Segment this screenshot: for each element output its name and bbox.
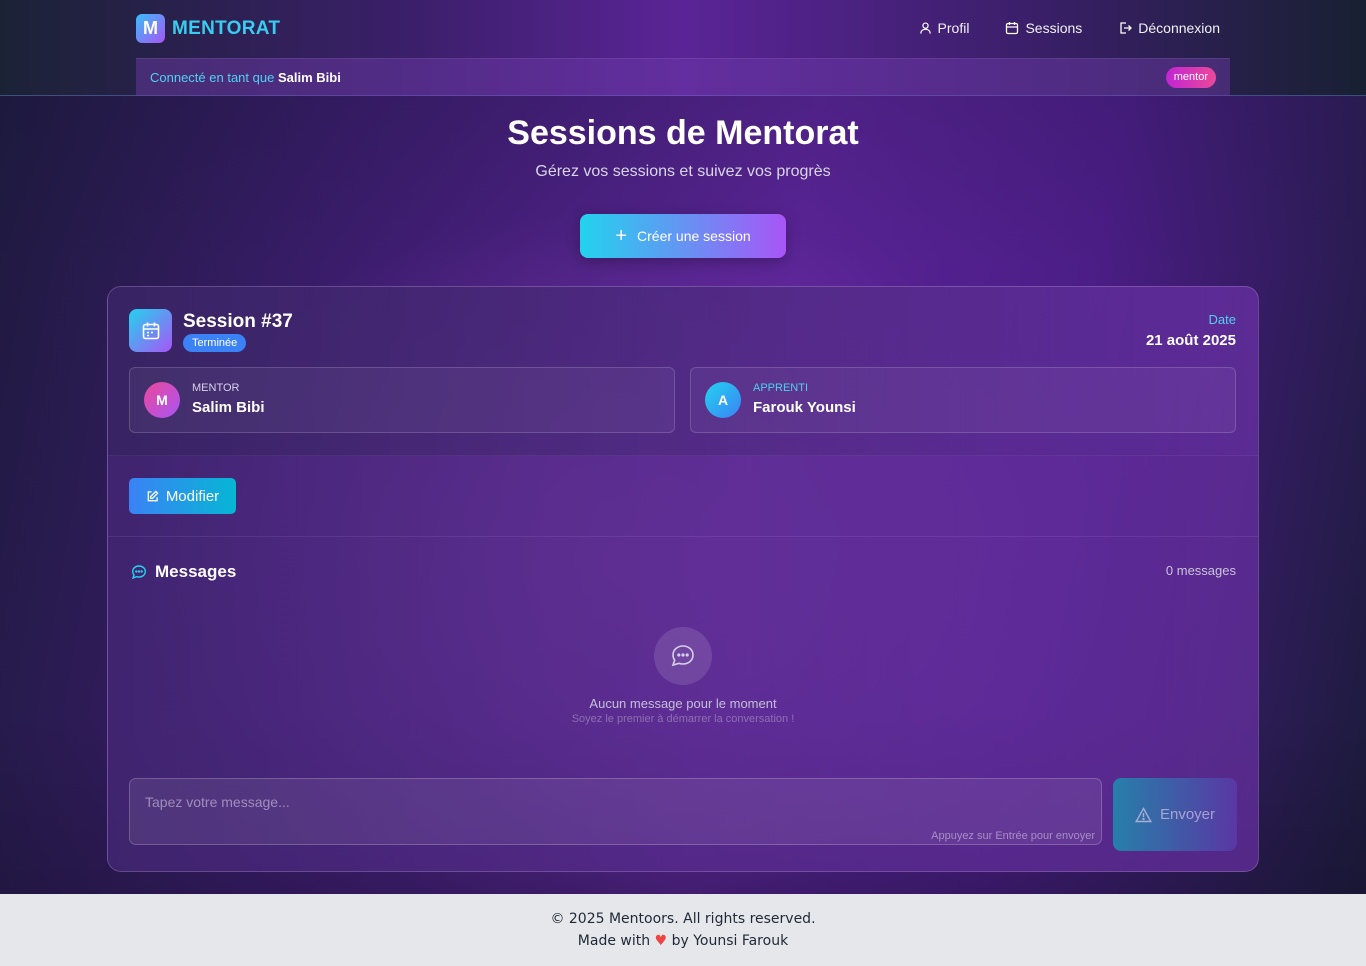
empty-chat-icon <box>654 627 712 685</box>
messages-count: 0 messages <box>1165 563 1236 578</box>
message-input[interactable]: Tapez votre message... Appuyez sur Entré… <box>129 778 1102 845</box>
date-value: 21 août 2025 <box>1145 332 1236 349</box>
footer-author: by Younsi Farouk <box>671 933 789 949</box>
chat-bubble-icon <box>131 565 147 580</box>
heart-icon: ♥ <box>654 933 668 949</box>
footer-credits: Made with ♥ by Younsi Farouk <box>0 933 1366 949</box>
create-session-button[interactable]: + Créer une session <box>580 214 786 258</box>
logged-in-username: Salim Bibi <box>277 70 341 85</box>
edit-icon <box>147 489 159 501</box>
logged-in-text: Connecté en tant que Salim Bibi <box>150 70 341 85</box>
nav-label: Déconnexion <box>1138 20 1220 36</box>
avatar: M <box>144 382 180 418</box>
footer: © 2025 Mentoors. All rights reserved. Ma… <box>0 894 1366 966</box>
logged-in-prefix: Connecté en tant que <box>150 70 275 85</box>
user-icon <box>919 22 931 34</box>
nav-sessions[interactable]: Sessions <box>1005 20 1082 36</box>
footer-made-with: Made with <box>577 933 651 949</box>
empty-state-title: Aucun message pour le moment <box>589 696 777 711</box>
create-session-label: Créer une session <box>637 228 751 244</box>
logo[interactable]: M MENTORAT <box>136 14 280 43</box>
divider <box>108 536 1258 537</box>
page-subtitle: Gérez vos sessions et suivez vos progrès <box>535 163 831 180</box>
top-navbar: M MENTORAT Profil Sessions Déconnexion C… <box>0 0 1366 96</box>
warning-icon <box>1134 806 1152 822</box>
nav-label: Sessions <box>1025 20 1083 36</box>
session-title: Session #37 <box>183 311 293 332</box>
plus-icon: + <box>615 225 628 247</box>
send-button[interactable]: Envoyer <box>1113 778 1237 851</box>
logo-badge: M <box>136 14 165 43</box>
messages-heading: Messages <box>131 562 236 582</box>
session-card: Session #37 Terminée Date 21 août 2025 M… <box>107 286 1259 872</box>
calendar-icon <box>1006 22 1019 35</box>
edit-button[interactable]: Modifier <box>129 478 236 514</box>
apprentice-box: A APPRENTI Farouk Younsi <box>690 367 1236 433</box>
avatar: A <box>705 382 741 418</box>
session-card-header: Session #37 Terminée Date 21 août 2025 M… <box>108 287 1258 456</box>
nav-label: Profil <box>937 20 970 36</box>
date-label: Date <box>1208 312 1236 327</box>
footer-copyright: © 2025 Mentoors. All rights reserved. <box>550 911 816 927</box>
status-badge: Terminée <box>183 334 247 352</box>
send-button-label: Envoyer <box>1159 806 1216 823</box>
apprentice-role-label: APPRENTI <box>753 382 809 394</box>
role-badge: mentor <box>1165 67 1216 88</box>
logout-icon <box>1120 22 1133 34</box>
apprentice-name: Farouk Younsi <box>753 399 856 416</box>
message-input-placeholder: Tapez votre message... <box>145 794 290 810</box>
nav-profil[interactable]: Profil <box>919 20 970 36</box>
user-status-bar: Connecté en tant que Salim Bibi mentor <box>136 58 1230 96</box>
messages-title: Messages <box>155 562 237 581</box>
main-nav: Profil Sessions Déconnexion <box>883 20 1220 36</box>
empty-state-subtitle: Soyez le premier à démarrer la conversat… <box>571 713 795 725</box>
message-input-hint: Appuyez sur Entrée pour envoyer <box>931 830 1095 842</box>
page-title: Sessions de Mentorat <box>507 114 859 152</box>
mentor-role-label: MENTOR <box>192 382 240 394</box>
logo-text: MENTORAT <box>172 17 281 39</box>
calendar-icon <box>129 309 172 352</box>
nav-deconnexion[interactable]: Déconnexion <box>1118 20 1220 36</box>
mentor-box: M MENTOR Salim Bibi <box>129 367 675 433</box>
edit-button-label: Modifier <box>165 487 220 505</box>
mentor-name: Salim Bibi <box>192 399 265 416</box>
